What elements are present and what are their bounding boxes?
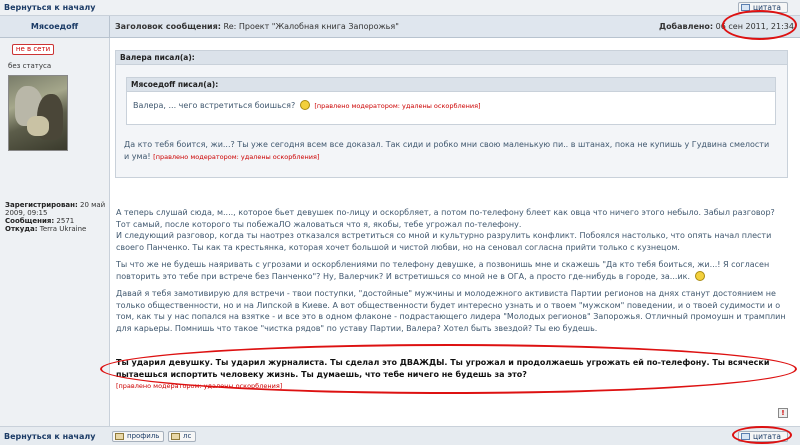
body-p4: Давай я тебя замотивирую для встречи - т… <box>116 289 786 333</box>
moderator-note: [правлено модератором: удалены оскорблен… <box>314 102 481 110</box>
profile-button[interactable]: профиль <box>112 431 165 442</box>
profile-label: профиль <box>127 432 160 440</box>
posts-label: Сообщения: <box>5 217 55 225</box>
body-paragraph: А теперь слушай сюда, м...., которое бье… <box>116 207 790 253</box>
posts-value: 2571 <box>56 217 75 225</box>
post-author[interactable]: Мясоедоff <box>0 16 110 38</box>
post-subject: Заголовок сообщения: Re: Проект "Жалобна… <box>115 16 399 38</box>
post-content: Валера писал(а): Мясоедoff писал(а): Вал… <box>110 38 800 426</box>
quote-button-top[interactable]: цитата <box>738 2 788 13</box>
body-paragraph: Ты что же не будешь наяривать с угрозами… <box>116 259 790 282</box>
avatar <box>8 75 68 151</box>
body-p2: И следующий разговор, когда ты наотрез о… <box>116 231 772 252</box>
user-status: без статуса <box>8 62 52 70</box>
from-label: Откуда: <box>5 225 38 233</box>
report-post-icon[interactable]: ! <box>778 408 788 418</box>
quote-outer-header: Валера писал(а): <box>116 51 787 65</box>
body-p1: А теперь слушай сюда, м...., которое бье… <box>116 208 775 229</box>
top-bar: Вернуться к началу цитата <box>0 0 800 16</box>
subject-label: Заголовок сообщения: <box>115 22 221 31</box>
body-paragraph: Давай я тебя замотивирую для встречи - т… <box>116 288 790 334</box>
quote-block-inner: Мясоедoff писал(а): Валера, ... чего вст… <box>126 77 776 125</box>
quote-outer-text: Да кто тебя боится, жи...? Ты уже сегодн… <box>124 139 774 163</box>
quote-inner-text: Валера, ... чего встретиться боишься? [п… <box>133 100 481 110</box>
quote-inner-header: Мясоедoff писал(а): <box>127 78 775 92</box>
post-header: Мясоедоff Заголовок сообщения: Re: Проек… <box>0 16 800 38</box>
body-p3: Ты что же не будешь наяривать с угрозами… <box>116 260 770 281</box>
subject-text: Re: Проект "Жалобная книга Запорожья" <box>223 22 399 31</box>
user-profile-panel: не в сети без статуса Зарегистрирован: 2… <box>0 38 110 426</box>
profile-icon <box>115 433 124 440</box>
from-value: Terra Ukraine <box>39 225 87 233</box>
online-status-badge: не в сети <box>12 44 54 55</box>
bold-paragraph: Ты ударил девушку. Ты ударил журналиста.… <box>116 357 790 393</box>
quote-button-label: цитата <box>753 3 781 12</box>
pm-label: лс <box>183 432 192 440</box>
moderator-note: [правлено модератором: удалены оскорблен… <box>153 153 320 161</box>
moderator-note: [правлено модератором: удалены оскорблен… <box>116 382 283 390</box>
quote-block-outer: Валера писал(а): Мясоедoff писал(а): Вал… <box>115 50 788 178</box>
quote-inner-body: Валера, ... чего встретиться боишься? <box>133 101 296 110</box>
post-footer: Вернуться к началу профиль лс цитата <box>0 426 800 445</box>
user-meta: Зарегистрирован: 20 май 2009, 09:15 Сооб… <box>5 201 109 233</box>
added-date: 06 сен 2011, 21:34 <box>715 22 794 31</box>
quote-icon <box>741 4 750 11</box>
post-body: А теперь слушай сюда, м...., которое бье… <box>116 207 790 340</box>
pm-button[interactable]: лс <box>168 431 197 442</box>
post-date: Добавлено: 06 сен 2011, 21:34 <box>659 16 794 38</box>
back-to-top-link[interactable]: Вернуться к началу <box>4 432 95 441</box>
smiley-icon <box>694 270 705 281</box>
quote-icon <box>741 433 750 440</box>
registered-label: Зарегистрирован: <box>5 201 78 209</box>
quote-button-bottom[interactable]: цитата <box>738 431 788 442</box>
back-to-top-link[interactable]: Вернуться к началу <box>4 3 95 12</box>
bold-text: Ты ударил девушку. Ты ударил журналиста.… <box>116 358 770 379</box>
message-icon <box>171 433 180 440</box>
quote-button-label: цитата <box>753 432 781 441</box>
grin-smiley-icon <box>299 100 310 110</box>
added-label: Добавлено: <box>658 22 714 31</box>
